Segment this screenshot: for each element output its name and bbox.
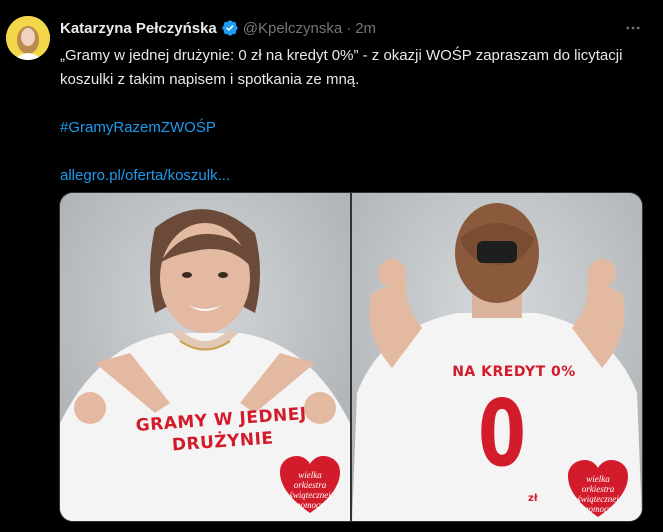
separator-dot: ·	[346, 19, 352, 37]
tweet-media[interactable]: GRAMY W JEDNEJ DRUŻYNIE wielka orkiestra…	[59, 192, 643, 522]
tweet[interactable]: Katarzyna Pełczyńska @Kpelczynska · 2m „…	[0, 0, 663, 532]
verified-badge-icon	[221, 19, 239, 37]
shirt-print-back: NA KREDYT 0%	[452, 364, 576, 380]
author-name[interactable]: Katarzyna Pełczyńska	[60, 20, 217, 37]
tweet-body: „Gramy w jednej drużynie: 0 zł na kredyt…	[60, 47, 623, 88]
photo-back[interactable]: NA KREDYT 0% 0 zł wielka orkiestra świąt…	[352, 193, 642, 521]
photo-front[interactable]: GRAMY W JEDNEJ DRUŻYNIE wielka orkiestra…	[60, 193, 350, 521]
wosp-logo-text: wielka orkiestra świątecznej pomocy	[577, 474, 619, 514]
avatar-portrait	[6, 16, 50, 60]
timestamp[interactable]: 2m	[355, 20, 376, 37]
avatar[interactable]	[6, 16, 50, 60]
tweet-text: „Gramy w jednej drużynie: 0 zł na kredyt…	[60, 44, 645, 188]
url-link[interactable]: allegro.pl/oferta/koszulk...	[60, 167, 230, 184]
wosp-logo-text: wielka orkiestra świątecznej pomocy	[289, 470, 331, 510]
wosp-logo: wielka orkiestra świątecznej pomocy	[566, 459, 630, 519]
wosp-logo: wielka orkiestra świątecznej pomocy	[278, 455, 342, 515]
more-options-icon[interactable]	[621, 16, 645, 40]
shirt-number: 0	[478, 380, 527, 487]
tweet-header: Katarzyna Pełczyńska @Kpelczynska · 2m	[60, 17, 376, 39]
shirt-unit: zł	[528, 493, 538, 504]
hashtag-link[interactable]: #GramyRazemZWOŚP	[60, 119, 216, 136]
author-handle[interactable]: @Kpelczynska	[243, 20, 342, 37]
